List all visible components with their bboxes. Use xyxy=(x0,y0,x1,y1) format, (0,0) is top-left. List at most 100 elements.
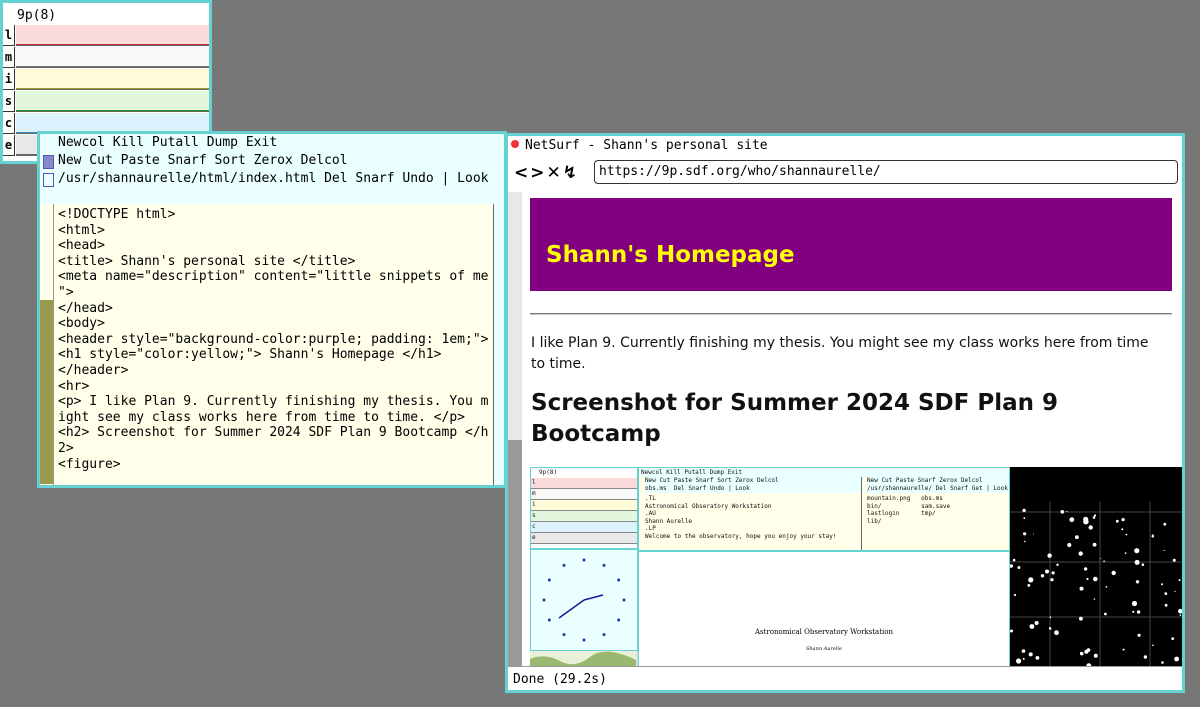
code-line[interactable]: <meta name="description" content="little… xyxy=(58,269,488,285)
star xyxy=(1040,574,1045,578)
file-tag-text[interactable]: /usr/shannaurelle/html/index.html Del Sn… xyxy=(58,171,488,186)
acme-right-border xyxy=(493,204,504,485)
fig-left-line: Welcome to the observatory, hope you enj… xyxy=(645,532,837,540)
page-viewport[interactable]: Shann's Homepage I like Plan 9. Currentl… xyxy=(508,192,1182,666)
acme-scroll-thumb[interactable] xyxy=(40,300,53,484)
star xyxy=(1017,566,1021,569)
star xyxy=(1132,610,1135,613)
fig-right-window-tag: New Cut Paste Snarf Zerox Delcol xyxy=(867,477,1009,485)
stats-row: s xyxy=(3,91,209,112)
star xyxy=(1069,517,1075,523)
acme-column-tag[interactable]: Newcol Kill Putall Dump Exit xyxy=(40,134,504,153)
star xyxy=(1016,658,1022,664)
netsurf-nav-buttons: <>✕↯ xyxy=(514,163,579,183)
star xyxy=(1048,627,1052,630)
fig-stats-title: 9p(8) xyxy=(539,469,558,476)
code-line[interactable]: <body> xyxy=(58,316,105,332)
back-icon[interactable]: < xyxy=(514,163,530,183)
star xyxy=(1060,510,1065,514)
star xyxy=(1054,630,1059,636)
acme-editor-window[interactable]: Newcol Kill Putall Dump Exit New Cut Pas… xyxy=(37,131,507,488)
fig-stats-window: 9p(8) lmisce xyxy=(530,467,638,549)
code-line[interactable]: <p> I like Plan 9. Currently finishing m… xyxy=(58,394,488,410)
status-bar: Done (29.2s) xyxy=(508,666,1182,690)
fig-document-window: Astronomical Observatory Workstation Sha… xyxy=(638,551,1010,666)
code-line[interactable]: <figure> xyxy=(58,457,121,473)
stats-row-graph xyxy=(16,69,209,90)
acme-scrollbar[interactable] xyxy=(40,204,54,485)
star xyxy=(1124,552,1127,554)
stats-row-label: l xyxy=(3,25,15,46)
star xyxy=(1029,624,1035,629)
star xyxy=(1078,551,1083,556)
page-subheading: Screenshot for Summer 2024 SDF Plan 9 Bo… xyxy=(531,390,1059,447)
star xyxy=(1086,577,1089,581)
fig-stats-label: i xyxy=(532,501,536,508)
code-line[interactable]: <h2> Screenshot for Summer 2024 SDF Plan… xyxy=(58,425,488,441)
page-scrollbar[interactable] xyxy=(508,192,522,666)
star xyxy=(1067,542,1072,548)
forward-icon[interactable]: > xyxy=(530,163,546,183)
clock-icon xyxy=(542,558,626,642)
netsurf-logo-icon xyxy=(511,140,519,148)
star-chart-image xyxy=(1009,502,1182,666)
star xyxy=(1075,535,1079,540)
star xyxy=(1121,518,1125,522)
stats-row: l xyxy=(3,25,209,46)
star xyxy=(1092,542,1097,547)
acme-body[interactable]: <!DOCTYPE html> <html> <head> <title> Shann… xyxy=(40,204,504,485)
fig-acme-left-col: New Cut Paste Snarf Sort Zerox Delcol ob… xyxy=(639,477,862,550)
page-header: Shann's Homepage xyxy=(530,198,1172,291)
star xyxy=(1088,525,1093,530)
fig-image-strip xyxy=(530,651,636,666)
code-line[interactable]: <!DOCTYPE html> xyxy=(58,207,175,223)
code-line[interactable]: "> xyxy=(58,285,74,301)
fig-left-body: .TL Astronomical Obseratory Workstation .A… xyxy=(645,495,836,540)
fig-right-line: lib/ xyxy=(867,517,882,525)
code-line[interactable]: <hr> xyxy=(58,379,89,395)
file-layout-box[interactable] xyxy=(43,173,54,187)
star xyxy=(1135,580,1140,584)
fig-stats-label: e xyxy=(532,534,536,541)
page-heading: Shann's Homepage xyxy=(546,242,795,268)
code-line[interactable]: <title> Shann's personal site </title> xyxy=(58,254,355,270)
star xyxy=(1136,610,1141,614)
fig-clock-window xyxy=(530,549,638,651)
star xyxy=(1134,548,1140,554)
url-input[interactable]: https://9p.sdf.org/who/shannaurelle/ xyxy=(594,160,1178,184)
code-line[interactable]: <html> xyxy=(58,223,105,239)
fig-stats-row: s xyxy=(531,511,637,522)
stats-row-graph xyxy=(16,91,209,112)
star xyxy=(1022,657,1025,660)
fig-right-line: bin/ sam.save xyxy=(867,502,951,510)
star xyxy=(1152,644,1154,647)
code-line[interactable]: <h1 style="color:yellow;"> Shann's Homep… xyxy=(58,347,442,363)
code-line[interactable]: </header> xyxy=(58,363,128,379)
star xyxy=(1051,571,1055,575)
code-line[interactable]: 2> xyxy=(58,441,74,457)
code-line[interactable]: ight see my class works here from time t… xyxy=(58,410,465,426)
window-layout-box[interactable] xyxy=(43,155,54,169)
column-tag-text[interactable]: Newcol Kill Putall Dump Exit xyxy=(58,135,277,150)
window-tag-text[interactable]: New Cut Paste Snarf Sort Zerox Delcol xyxy=(58,153,348,168)
star xyxy=(1174,656,1179,662)
star xyxy=(1013,593,1017,597)
acme-file-tag[interactable]: /usr/shannaurelle/html/index.html Del Sn… xyxy=(40,170,504,205)
stats-row-label: c xyxy=(3,113,15,134)
acme-window-tag[interactable]: New Cut Paste Snarf Sort Zerox Delcol xyxy=(40,152,504,171)
code-line[interactable]: <header style="background-color:purple; … xyxy=(58,332,488,348)
reload-icon[interactable]: ↯ xyxy=(563,163,579,183)
netsurf-window[interactable]: NetSurf - Shann's personal site <>✕↯ htt… xyxy=(505,133,1185,693)
star xyxy=(1178,579,1181,582)
star xyxy=(1079,651,1084,656)
code-line[interactable]: </head> xyxy=(58,301,113,317)
page-scroll-thumb[interactable] xyxy=(508,440,522,666)
code-line[interactable]: <head> xyxy=(58,238,105,254)
stop-icon[interactable]: ✕ xyxy=(547,163,563,183)
fig-acme-right-col: New Cut Paste Snarf Zerox Delcol /usr/sh… xyxy=(863,477,1009,550)
star xyxy=(1143,655,1148,659)
star xyxy=(1115,519,1119,523)
star xyxy=(1034,621,1039,625)
fig-left-line: .LP xyxy=(645,525,656,532)
clock-tick xyxy=(562,563,566,567)
